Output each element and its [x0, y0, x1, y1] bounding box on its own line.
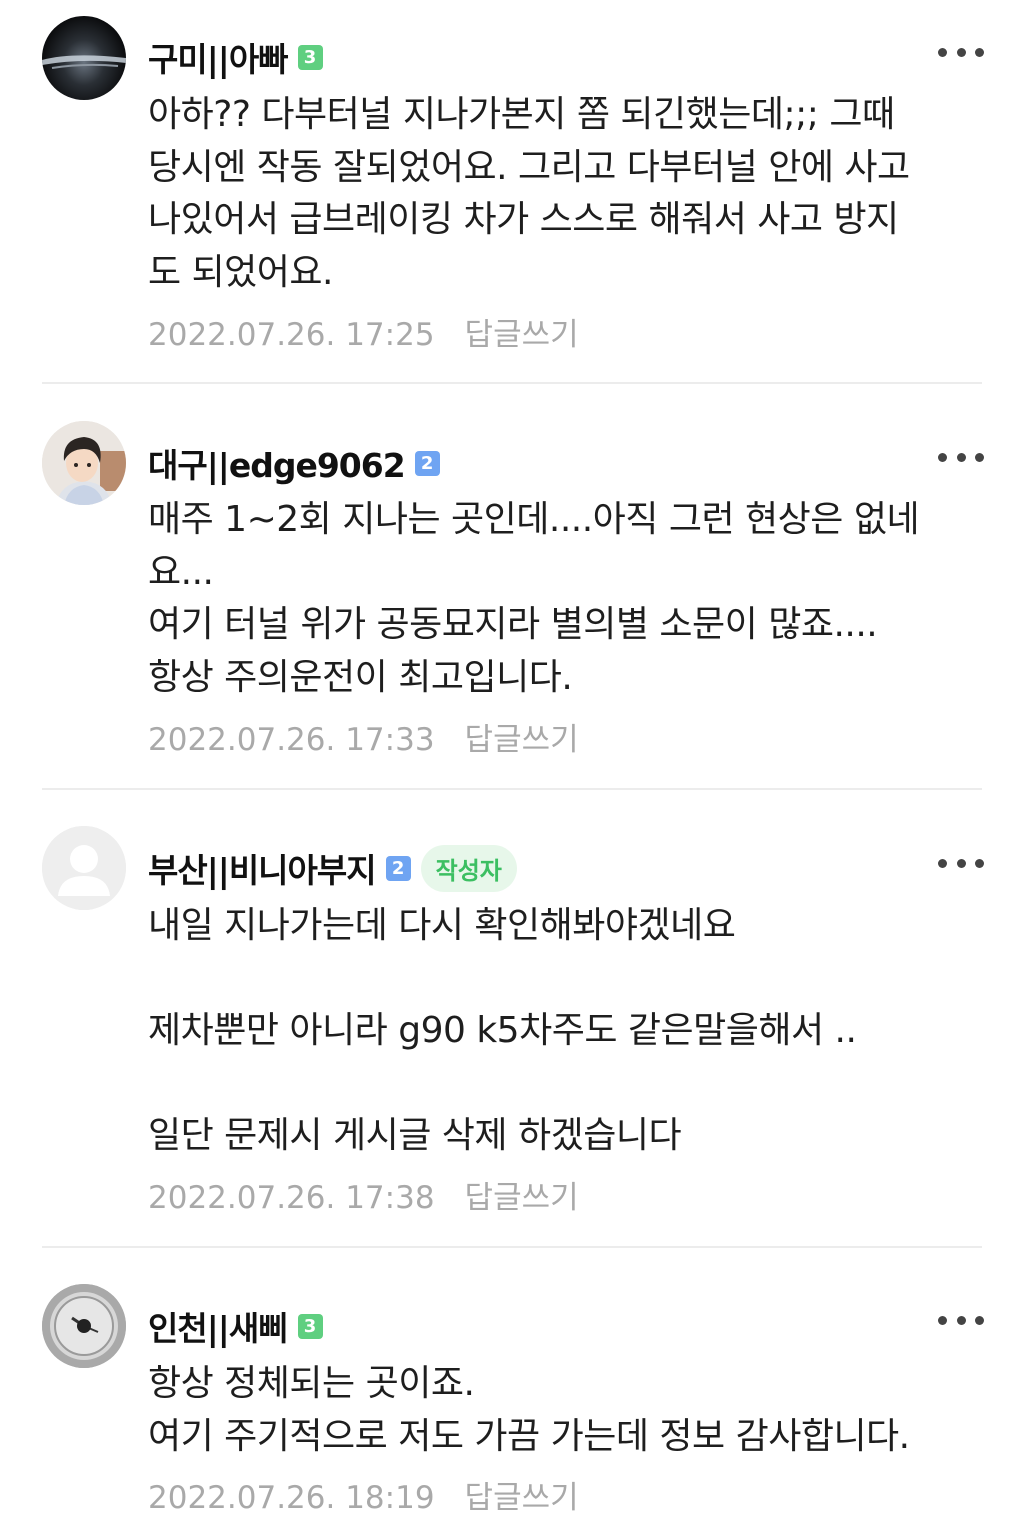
comment-date: 2022.07.26. 17:33: [148, 722, 435, 758]
comment-line: 아하?? 다부터널 지나가본지 쫌 되긴했는데;;; 그때: [148, 94, 895, 135]
comment-line: 제차뿐만 아니라 g90 k5차주도 같은말을해서 ..: [148, 1010, 857, 1051]
comment-line: 도 되었어요.: [148, 251, 334, 293]
reply-button[interactable]: 답글쓰기: [465, 1480, 579, 1516]
nickname[interactable]: 인천||새삐 3: [148, 1302, 323, 1350]
comment-text: 항상 정체되는 곳이죠. 여기 주기적으로 저도 가끔 가는데 정보 감사합니다…: [148, 1358, 998, 1463]
reply-button[interactable]: 답글쓰기: [465, 1180, 579, 1216]
avatar[interactable]: [42, 1284, 126, 1368]
divider: [42, 1246, 982, 1248]
comment-meta: 2022.07.26. 17:25 답글쓰기: [148, 309, 579, 354]
avatar[interactable]: [42, 826, 126, 910]
comment-line: 매주 1~2회 지나는 곳인데....아직 그런 현상은 없네: [148, 499, 920, 540]
nickname[interactable]: 구미||아빠 3: [148, 33, 323, 81]
comment-date: 2022.07.26. 18:19: [148, 1480, 435, 1516]
reply-button[interactable]: 답글쓰기: [465, 722, 579, 758]
comment-meta: 2022.07.26. 18:19 답글쓰기: [148, 1472, 579, 1517]
nickname-text[interactable]: 대구||edge9062: [148, 439, 406, 487]
grade-badge: 3: [297, 1313, 323, 1339]
comment-meta: 2022.07.26. 17:38 답글쓰기: [148, 1172, 579, 1217]
more-options-icon[interactable]: [938, 46, 984, 58]
comment-text: 아하?? 다부터널 지나가본지 쫌 되긴했는데;;; 그때 당시엔 작동 잘되었…: [148, 89, 998, 299]
comment-line: 여기 주기적으로 저도 가끔 가는데 정보 감사합니다.: [148, 1415, 910, 1457]
more-options-icon[interactable]: [938, 451, 984, 463]
divider: [42, 788, 982, 790]
nickname-text[interactable]: 구미||아빠: [148, 33, 289, 81]
comment-line: 일단 문제시 게시글 삭제 하겠습니다: [148, 1115, 682, 1156]
comment-line: 항상 주의운전이 최고입니다.: [148, 656, 573, 698]
comment-meta: 2022.07.26. 17:33 답글쓰기: [148, 714, 579, 759]
avatar-image: [42, 55, 126, 69]
grade-badge: 3: [297, 44, 323, 70]
comment-line: 당시엔 작동 잘되었어요. 그리고 다부터널 안에 사고: [148, 146, 910, 188]
comment-line: 내일 지나가는데 다시 확인해봐야겠네요: [148, 905, 736, 946]
default-profile-icon: [42, 826, 126, 910]
grade-badge: 2: [414, 450, 440, 476]
comment-line: 나있어서 급브레이킹 차가 스스로 해줘서 사고 방지: [148, 199, 899, 240]
avatar[interactable]: [42, 16, 126, 100]
grade-badge: 2: [385, 855, 411, 881]
comment-line: 요...: [148, 551, 214, 593]
divider: [42, 382, 982, 384]
clock-avatar-image: [42, 1284, 126, 1368]
comment-line: 항상 정체되는 곳이죠.: [148, 1363, 475, 1404]
nickname-text[interactable]: 부산||비니아부지: [148, 844, 377, 892]
nickname[interactable]: 대구||edge9062 2: [148, 439, 440, 487]
comment-line: [148, 953, 998, 1006]
comment-line: 여기 터널 위가 공동묘지라 별의별 소문이 많죠....: [148, 604, 878, 645]
comment-date: 2022.07.26. 17:25: [148, 317, 435, 353]
comment-date: 2022.07.26. 17:38: [148, 1180, 435, 1216]
more-options-icon[interactable]: [938, 1314, 984, 1326]
nickname-text[interactable]: 인천||새삐: [148, 1302, 289, 1350]
author-badge: 작성자: [420, 844, 517, 892]
avatar-image: [42, 421, 126, 505]
more-options-icon[interactable]: [938, 857, 984, 869]
comment-line: [148, 1058, 998, 1111]
avatar[interactable]: [42, 421, 126, 505]
reply-button[interactable]: 답글쓰기: [465, 317, 579, 353]
comment-text: 매주 1~2회 지나는 곳인데....아직 그런 현상은 없네 요... 여기 …: [148, 494, 998, 704]
comment-text: 내일 지나가는데 다시 확인해봐야겠네요 제차뿐만 아니라 g90 k5차주도 …: [148, 900, 998, 1163]
nickname[interactable]: 부산||비니아부지 2 작성자: [148, 844, 517, 892]
